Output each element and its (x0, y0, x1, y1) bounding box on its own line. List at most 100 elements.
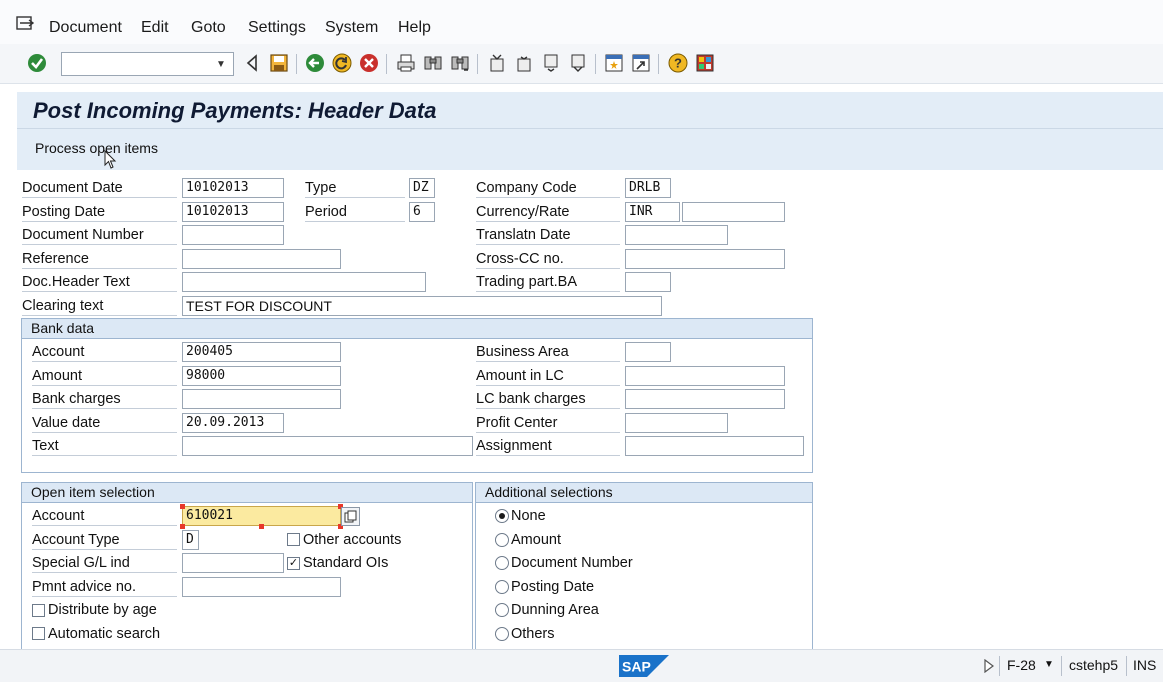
standard-ois-label: Standard OIs (303, 555, 389, 571)
radio-others[interactable] (495, 627, 509, 641)
type-field[interactable]: DZ (409, 178, 435, 198)
status-expand-icon[interactable] (984, 659, 994, 673)
bank-charges-label: Bank charges (32, 389, 177, 409)
oi-account-label: Account (32, 506, 177, 526)
translatn-date-field[interactable] (625, 225, 728, 245)
company-code-field[interactable]: DRLB (625, 178, 671, 198)
save-icon[interactable] (268, 52, 290, 74)
back-icon[interactable] (304, 52, 326, 74)
standard-toolbar: ▼ ? (0, 44, 1163, 84)
document-number-field[interactable] (182, 225, 284, 245)
create-session-icon[interactable] (603, 52, 625, 74)
bank-charges-field[interactable] (182, 389, 341, 409)
sap-logo: SAP (619, 655, 669, 677)
special-gl-label: Special G/L ind (32, 553, 177, 573)
next-page-icon[interactable] (540, 52, 562, 74)
posting-date-label: Posting Date (22, 202, 177, 222)
account-type-field[interactable]: D (182, 530, 199, 550)
cancel-icon[interactable] (358, 52, 380, 74)
transaction-dropdown-icon[interactable]: ▼ (1044, 659, 1054, 670)
lc-bank-charges-field[interactable] (625, 389, 785, 409)
help-icon[interactable]: ? (667, 52, 689, 74)
mouse-cursor-icon (104, 150, 117, 169)
other-accounts-checkbox[interactable] (287, 533, 300, 546)
menu-goto[interactable]: Goto (191, 19, 226, 37)
period-field[interactable]: 6 (409, 202, 435, 222)
value-date-label: Value date (32, 413, 177, 433)
command-field[interactable] (61, 52, 234, 76)
window-menu-icon[interactable] (16, 16, 34, 30)
radio-none[interactable] (495, 509, 509, 523)
document-number-label: Document Number (22, 225, 177, 245)
pmnt-advice-field[interactable] (182, 577, 341, 597)
process-open-items-button[interactable]: Process open items (35, 140, 158, 156)
multiple-selection-button[interactable] (341, 507, 360, 526)
period-label: Period (305, 202, 405, 222)
reference-field[interactable] (182, 249, 341, 269)
menu-help[interactable]: Help (398, 19, 431, 37)
radio-none-label: None (511, 508, 546, 524)
bank-account-label: Account (32, 342, 177, 362)
find-next-icon[interactable] (449, 52, 471, 74)
menu-edit[interactable]: Edit (141, 19, 169, 37)
menu-settings[interactable]: Settings (248, 19, 306, 37)
exit-icon[interactable] (331, 52, 353, 74)
profit-center-field[interactable] (625, 413, 728, 433)
insert-mode[interactable]: INS (1133, 657, 1156, 673)
enter-icon[interactable] (26, 52, 48, 74)
radio-posting-date[interactable] (495, 580, 509, 594)
cross-cc-label: Cross-CC no. (476, 249, 620, 269)
previous-page-icon[interactable] (513, 52, 535, 74)
command-dropdown-icon[interactable]: ▼ (216, 59, 226, 70)
bank-account-field[interactable]: 200405 (182, 342, 341, 362)
amount-lc-field[interactable] (625, 366, 785, 386)
radio-amount-label: Amount (511, 532, 561, 548)
business-area-field[interactable] (625, 342, 671, 362)
first-page-icon[interactable] (486, 52, 508, 74)
back-arrow-icon[interactable] (241, 52, 263, 74)
distribute-by-age-checkbox[interactable] (32, 604, 45, 617)
menu-system[interactable]: System (325, 19, 378, 37)
print-icon[interactable] (395, 52, 417, 74)
layout-menu-icon[interactable] (694, 52, 716, 74)
clearing-text-label: Clearing text (22, 296, 177, 316)
trading-part-field[interactable] (625, 272, 671, 292)
doc-header-text-field[interactable] (182, 272, 426, 292)
shortcut-icon[interactable] (630, 52, 652, 74)
document-date-field[interactable]: 10102013 (182, 178, 284, 198)
translatn-date-label: Translatn Date (476, 225, 620, 245)
page-title: Post Incoming Payments: Header Data (33, 98, 437, 123)
other-accounts-label: Other accounts (303, 532, 402, 548)
exchange-rate-field[interactable] (682, 202, 785, 222)
menu-bar: Document Edit Goto Settings System Help (0, 0, 1163, 44)
find-icon[interactable] (422, 52, 444, 74)
clearing-text-field[interactable]: TEST FOR DISCOUNT (182, 296, 662, 316)
standard-ois-checkbox[interactable]: ✓ (287, 557, 300, 570)
radio-dunning-area-label: Dunning Area (511, 602, 599, 618)
posting-date-field[interactable]: 10102013 (182, 202, 284, 222)
pmnt-advice-label: Pmnt advice no. (32, 577, 177, 597)
radio-dunning-area[interactable] (495, 603, 509, 617)
open-item-selection-title: Open item selection (22, 483, 472, 503)
multiple-selection-icon (344, 510, 357, 523)
radio-amount[interactable] (495, 533, 509, 547)
oi-account-field[interactable]: 610021 (182, 506, 341, 526)
value-date-field[interactable]: 20.09.2013 (182, 413, 284, 433)
menu-document[interactable]: Document (49, 19, 122, 37)
last-page-icon[interactable] (567, 52, 589, 74)
automatic-search-checkbox[interactable] (32, 627, 45, 640)
cross-cc-field[interactable] (625, 249, 785, 269)
assignment-label: Assignment (476, 436, 620, 456)
bank-data-title: Bank data (22, 319, 812, 339)
application-toolbar (17, 128, 1163, 170)
text-field[interactable] (182, 436, 473, 456)
document-date-label: Document Date (22, 178, 177, 198)
radio-posting-date-label: Posting Date (511, 579, 595, 595)
amount-field[interactable]: 98000 (182, 366, 341, 386)
radio-document-number[interactable] (495, 556, 509, 570)
radio-others-label: Others (511, 626, 555, 642)
special-gl-field[interactable] (182, 553, 284, 573)
amount-lc-label: Amount in LC (476, 366, 620, 386)
currency-field[interactable]: INR (625, 202, 680, 222)
assignment-field[interactable] (625, 436, 804, 456)
